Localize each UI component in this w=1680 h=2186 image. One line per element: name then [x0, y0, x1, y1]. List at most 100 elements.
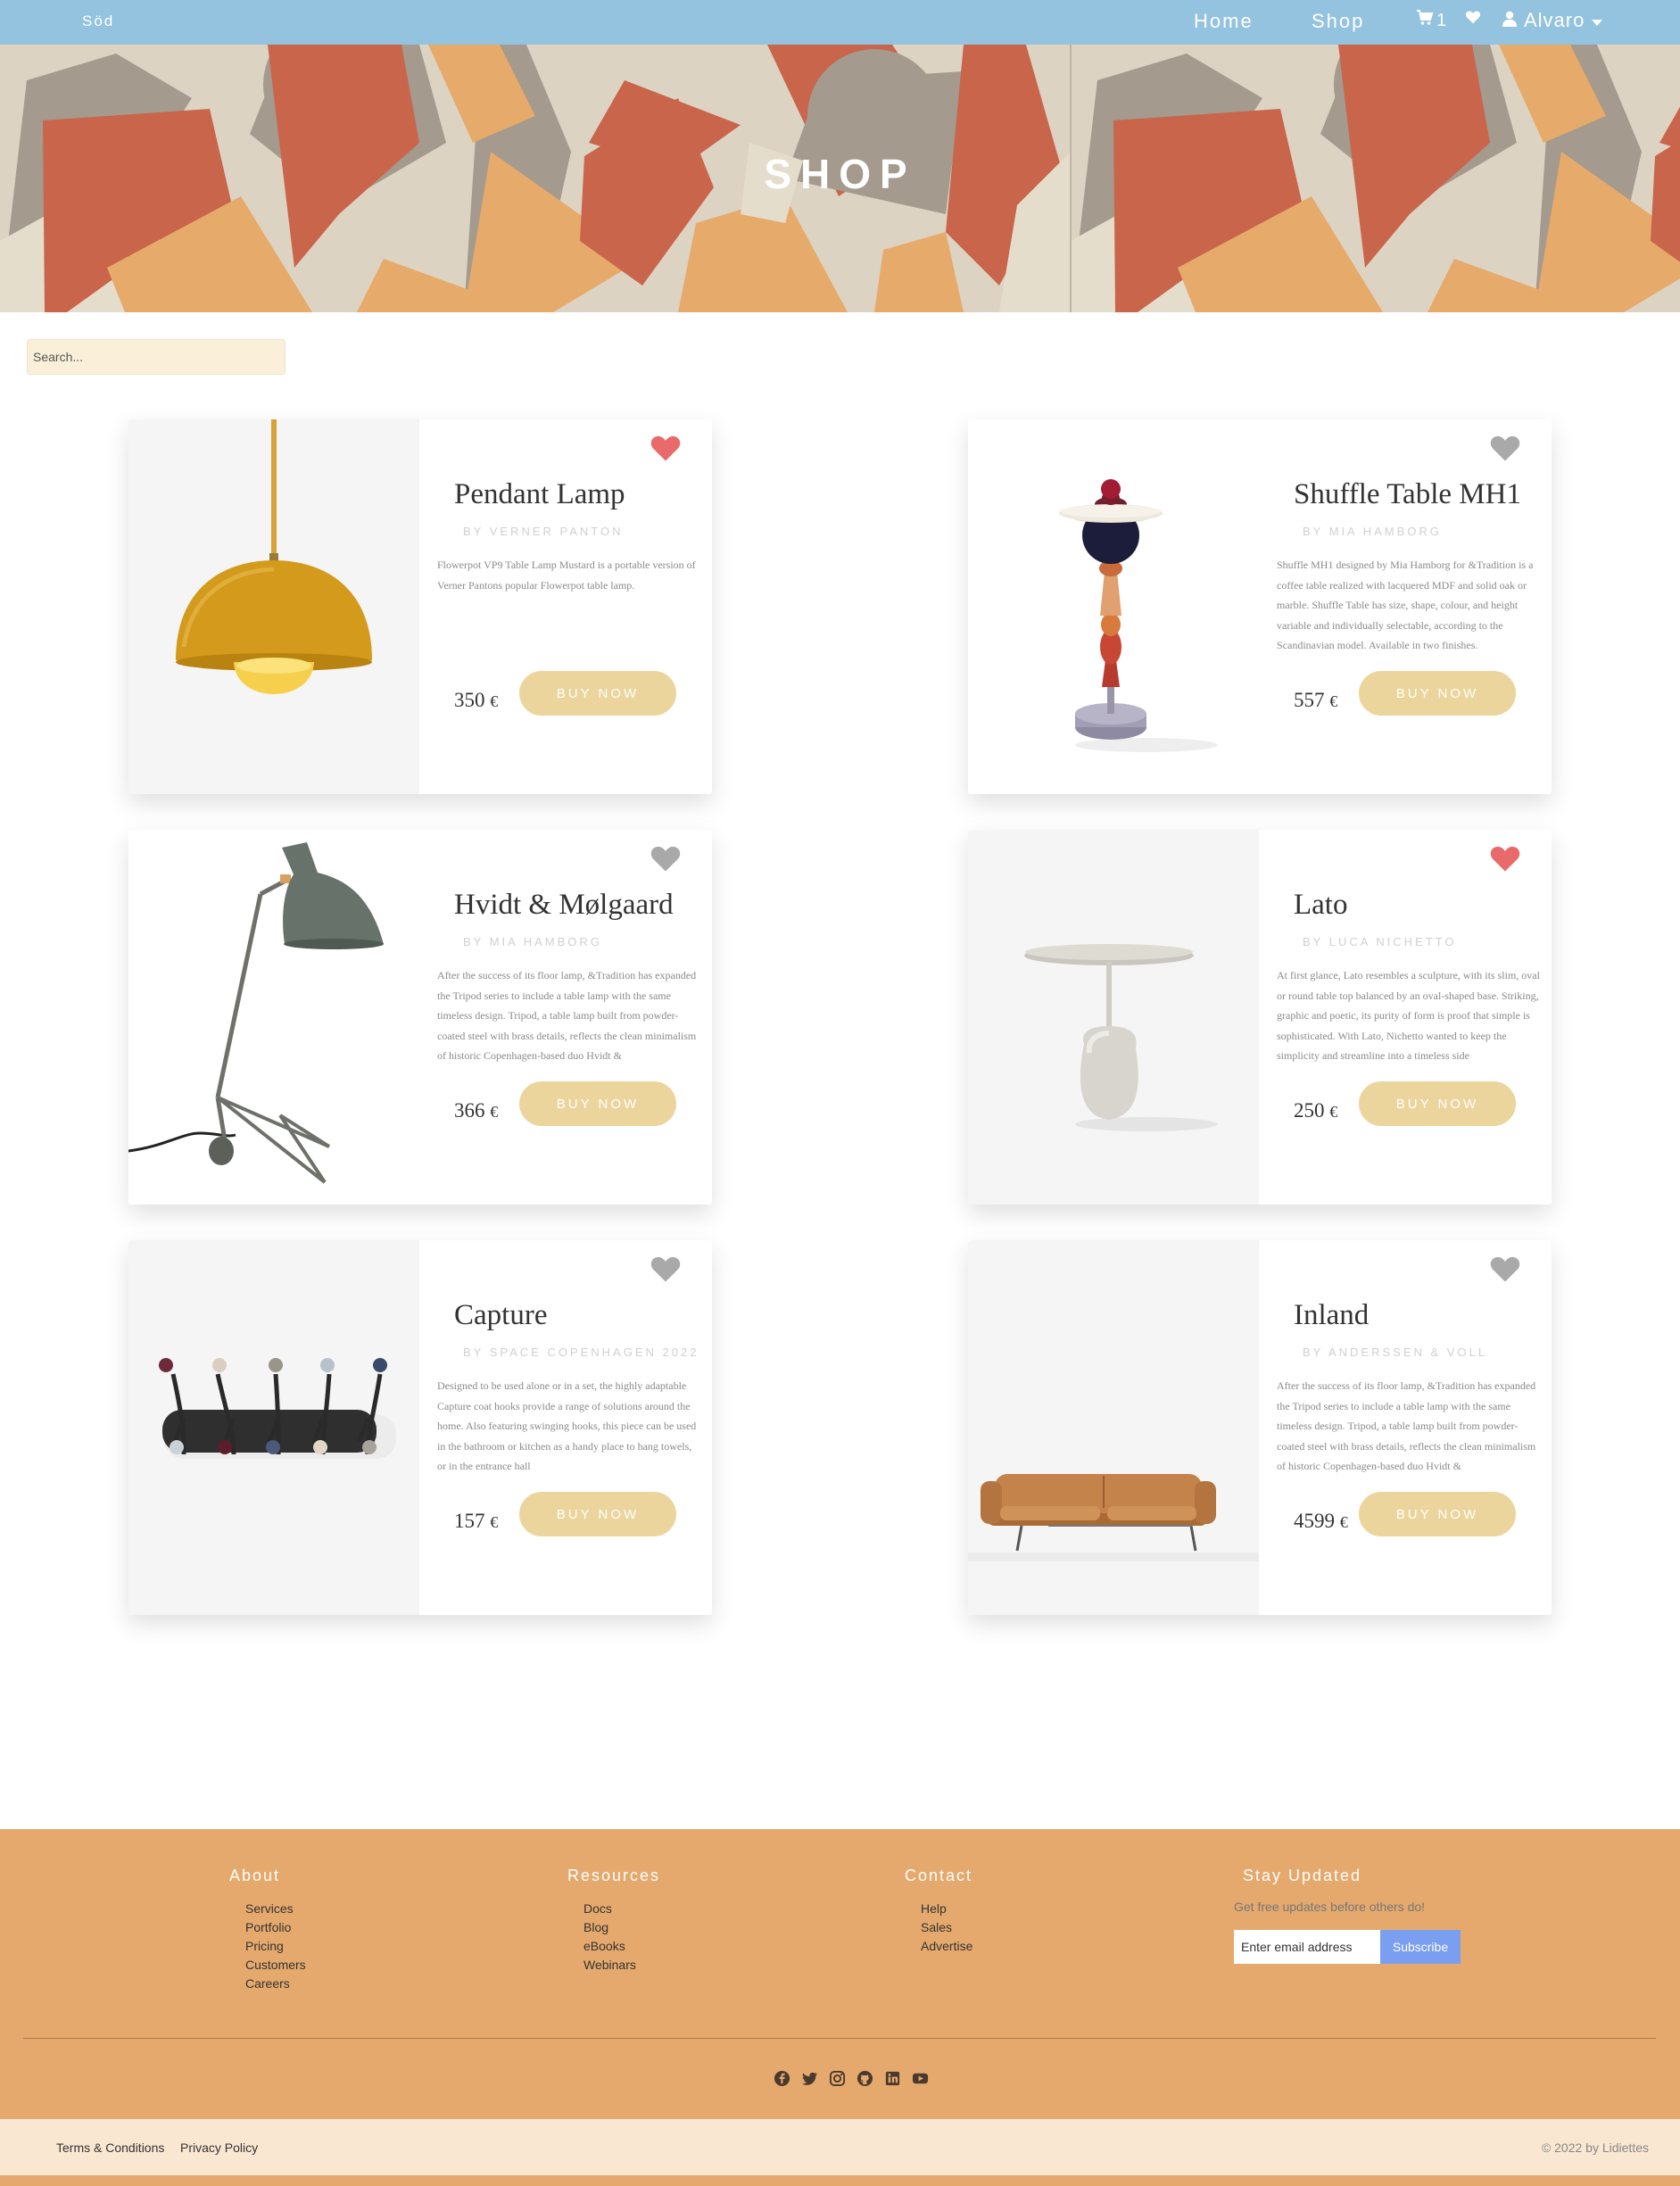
footer-link-careers[interactable]: Careers [245, 1975, 306, 1993]
product-title: Pendant Lamp [454, 478, 625, 510]
cart-icon [1416, 9, 1434, 32]
facebook-icon[interactable] [774, 2070, 790, 2087]
footer-link-advertise[interactable]: Advertise [921, 1937, 972, 1956]
nav-home-link[interactable]: Home [1194, 10, 1254, 33]
product-image[interactable] [128, 830, 419, 1205]
twitter-icon[interactable] [801, 2070, 818, 2087]
product-image[interactable] [128, 419, 419, 794]
footer-link-customers[interactable]: Customers [245, 1956, 306, 1975]
page-title: SHOP [764, 151, 916, 197]
bottom-strip [0, 2175, 1680, 2186]
privacy-link[interactable]: Privacy Policy [180, 2140, 258, 2155]
product-image[interactable] [968, 419, 1259, 794]
product-author: BY LUCA NICHETTO [1303, 935, 1457, 948]
favorite-heart-icon[interactable] [650, 434, 682, 462]
footer-heading: About [229, 1867, 281, 1884]
footer-column-resources: Resources Docs Blog eBooks Webinars [567, 1867, 660, 1975]
favorites-heart-icon[interactable] [1465, 10, 1481, 29]
buy-now-button[interactable]: BUY NOW [519, 1492, 676, 1536]
brand-logo[interactable]: Söd [82, 12, 114, 30]
favorite-heart-icon[interactable] [1489, 844, 1521, 873]
product-card: Hvidt & Mølgaard BY MIA HAMBORG After th… [128, 830, 712, 1205]
product-card: Inland BY ANDERSSEN & VOLL After the suc… [968, 1240, 1552, 1615]
user-menu[interactable]: Alvaro [1502, 9, 1603, 32]
hero-banner: SHOP [0, 45, 1680, 312]
footer-heading: Contact [905, 1867, 973, 1884]
copyright-text: © 2022 by Lidiettes [1541, 2140, 1649, 2155]
footer-newsletter: Stay Updated Get free updates before oth… [1234, 1867, 1461, 1964]
favorite-heart-icon[interactable] [650, 1254, 682, 1283]
product-title: Shuffle Table MH1 [1294, 478, 1521, 510]
product-description: After the success of its floor lamp, &Tr… [437, 969, 697, 1062]
footer-column-about: About Services Portfolio Pricing Custome… [229, 1867, 306, 1993]
subscribe-button[interactable]: Subscribe [1380, 1930, 1461, 1964]
chevron-down-icon [1592, 9, 1603, 32]
product-image[interactable] [128, 1240, 419, 1615]
footer-link-pricing[interactable]: Pricing [245, 1937, 306, 1956]
buy-now-button[interactable]: BUY NOW [1359, 1081, 1516, 1126]
product-author: BY SPACE COPENHAGEN 2022 [463, 1346, 699, 1359]
navbar: Söd Home Shop 1 Alvaro [0, 0, 1680, 45]
youtube-icon[interactable] [912, 2070, 929, 2087]
favorite-heart-icon[interactable] [650, 844, 682, 873]
product-author: BY MIA HAMBORG [1303, 525, 1442, 538]
product-title: Inland [1294, 1299, 1370, 1331]
product-price: 4599 € [1294, 1510, 1348, 1532]
footer-divider [23, 2038, 1656, 2039]
cart-button[interactable]: 1 [1416, 9, 1446, 32]
instagram-icon[interactable] [829, 2070, 846, 2087]
user-icon [1502, 9, 1517, 32]
github-icon[interactable] [857, 2070, 873, 2087]
product-card: Shuffle Table MH1 BY MIA HAMBORG Shuffle… [968, 419, 1552, 794]
footer-column-contact: Contact Help Sales Advertise [905, 1867, 972, 1956]
favorite-heart-icon[interactable] [1489, 434, 1521, 462]
social-links [774, 2070, 929, 2087]
product-description: Shuffle MH1 designed by Mia Hamborg for … [1277, 559, 1534, 651]
footer-link-webinars[interactable]: Webinars [583, 1956, 660, 1975]
footer-link-blog[interactable]: Blog [583, 1918, 660, 1937]
footer-link-docs[interactable]: Docs [583, 1900, 660, 1918]
product-price: 250 € [1294, 1099, 1338, 1122]
product-card: Capture BY SPACE COPENHAGEN 2022 Designe… [128, 1240, 712, 1615]
product-author: BY MIA HAMBORG [463, 935, 602, 948]
footer-heading: Resources [567, 1867, 661, 1884]
product-price: 350 € [454, 689, 499, 711]
email-field[interactable] [1234, 1930, 1380, 1964]
buy-now-button[interactable]: BUY NOW [519, 1081, 676, 1126]
product-author: BY ANDERSSEN & VOLL [1303, 1346, 1488, 1359]
product-image[interactable] [968, 1240, 1259, 1615]
search-input[interactable] [27, 339, 286, 375]
product-description: Designed to be used alone or in a set, t… [437, 1379, 697, 1472]
product-price: 557 € [1294, 689, 1338, 711]
product-card: Pendant Lamp BY VERNER PANTON Flowerpot … [128, 419, 712, 794]
buy-now-button[interactable]: BUY NOW [1359, 1492, 1516, 1536]
product-description: At first glance, Lato resembles a sculpt… [1277, 969, 1540, 1062]
footer-link-sales[interactable]: Sales [921, 1918, 972, 1937]
footer: About Services Portfolio Pricing Custome… [0, 1829, 1680, 2119]
cart-count: 1 [1436, 10, 1447, 30]
user-name: Alvaro [1524, 9, 1585, 31]
product-title: Hvidt & Mølgaard [454, 889, 674, 921]
product-price: 157 € [454, 1510, 499, 1532]
linkedin-icon[interactable] [884, 2070, 901, 2087]
terms-link[interactable]: Terms & Conditions [56, 2140, 164, 2155]
footer-heading: Stay Updated [1243, 1867, 1362, 1884]
product-price: 366 € [454, 1099, 499, 1122]
product-title: Capture [454, 1299, 548, 1331]
footer-link-portfolio[interactable]: Portfolio [245, 1918, 306, 1937]
nav-shop-link[interactable]: Shop [1312, 10, 1364, 33]
footer-link-help[interactable]: Help [921, 1900, 972, 1918]
buy-now-button[interactable]: BUY NOW [1359, 671, 1516, 716]
bottom-bar: Terms & Conditions Privacy Policy © 2022… [0, 2119, 1680, 2175]
product-author: BY VERNER PANTON [463, 525, 624, 538]
buy-now-button[interactable]: BUY NOW [519, 671, 676, 716]
product-title: Lato [1294, 889, 1348, 921]
product-image[interactable] [968, 830, 1259, 1205]
favorite-heart-icon[interactable] [1489, 1254, 1521, 1283]
product-description: Flowerpot VP9 Table Lamp Mustard is a po… [437, 559, 696, 592]
footer-link-services[interactable]: Services [245, 1900, 306, 1918]
footer-link-ebooks[interactable]: eBooks [583, 1937, 660, 1956]
product-card: Lato BY LUCA NICHETTO At first glance, L… [968, 830, 1552, 1205]
newsletter-subtitle: Get free updates before others do! [1234, 1900, 1426, 1914]
product-description: After the success of its floor lamp, &Tr… [1277, 1379, 1536, 1472]
